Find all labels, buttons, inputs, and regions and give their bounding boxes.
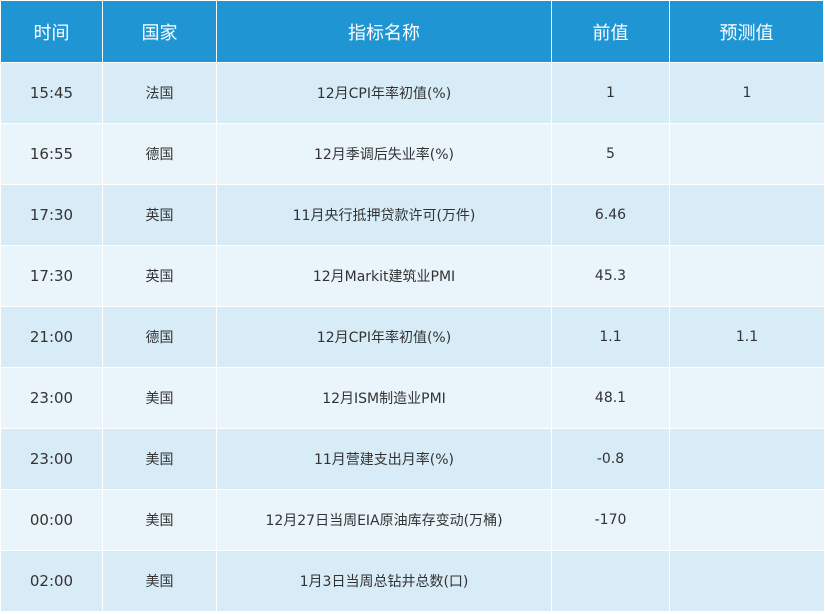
cell-indicator: 12月CPI年率初值(%) <box>217 63 552 123</box>
table-row: 17:30 英国 11月央行抵押贷款许可(万件) 6.46 <box>1 184 824 245</box>
cell-time: 16:55 <box>1 124 103 184</box>
cell-country: 德国 <box>103 124 217 184</box>
cell-forecast <box>670 246 824 306</box>
cell-country: 英国 <box>103 185 217 245</box>
cell-time: 21:00 <box>1 307 103 367</box>
cell-indicator: 12月Markit建筑业PMI <box>217 246 552 306</box>
cell-indicator: 11月营建支出月率(%) <box>217 429 552 489</box>
table-row: 23:00 美国 12月ISM制造业PMI 48.1 <box>1 367 824 428</box>
cell-time: 00:00 <box>1 490 103 550</box>
cell-country: 德国 <box>103 307 217 367</box>
cell-country: 美国 <box>103 429 217 489</box>
cell-previous: 48.1 <box>552 368 670 428</box>
cell-previous <box>552 551 670 611</box>
table-row: 23:00 美国 11月营建支出月率(%) -0.8 <box>1 428 824 489</box>
column-header-indicator: 指标名称 <box>217 1 552 62</box>
table-row: 02:00 美国 1月3日当周总钻井总数(口) <box>1 550 824 611</box>
cell-time: 15:45 <box>1 63 103 123</box>
cell-time: 02:00 <box>1 551 103 611</box>
cell-previous: -0.8 <box>552 429 670 489</box>
cell-forecast <box>670 551 824 611</box>
cell-forecast <box>670 368 824 428</box>
cell-time: 23:00 <box>1 368 103 428</box>
cell-forecast: 1.1 <box>735 329 759 345</box>
table-row: 00:00 美国 12月27日当周EIA原油库存变动(万桶) -170 <box>1 489 824 550</box>
cell-time: 17:30 <box>1 246 103 306</box>
column-header-time: 时间 <box>1 1 103 62</box>
column-header-country: 国家 <box>103 1 217 62</box>
cell-forecast <box>670 490 824 550</box>
cell-previous: 6.46 <box>552 185 670 245</box>
table-row: 21:00 德国 12月CPI年率初值(%) 1.1 1.1 <box>1 306 824 367</box>
cell-indicator: 12月CPI年率初值(%) <box>217 307 552 367</box>
cell-indicator: 11月央行抵押贷款许可(万件) <box>217 185 552 245</box>
cell-country: 美国 <box>103 368 217 428</box>
cell-forecast <box>670 429 824 489</box>
cell-indicator: 12月季调后失业率(%) <box>217 124 552 184</box>
table-row: 17:30 英国 12月Markit建筑业PMI 45.3 <box>1 245 824 306</box>
table-row: 16:55 德国 12月季调后失业率(%) 5 <box>1 123 824 184</box>
cell-time: 17:30 <box>1 185 103 245</box>
cell-indicator: 1月3日当周总钻井总数(口) <box>217 551 552 611</box>
cell-time: 23:00 <box>1 429 103 489</box>
cell-indicator: 12月ISM制造业PMI <box>217 368 552 428</box>
cell-previous: 45.3 <box>552 246 670 306</box>
table-header: 时间 国家 指标名称 前值 预测值 <box>1 1 824 62</box>
cell-country: 英国 <box>103 246 217 306</box>
cell-previous: 1.1 <box>552 307 670 367</box>
cell-previous: 5 <box>552 124 670 184</box>
cell-previous: -170 <box>552 490 670 550</box>
cell-forecast <box>670 124 824 184</box>
table-row: 15:45 法国 12月CPI年率初值(%) 1 1 <box>1 62 824 123</box>
cell-previous: 1 <box>552 63 670 123</box>
cell-country: 美国 <box>103 490 217 550</box>
cell-forecast: 1 <box>742 85 752 101</box>
cell-country: 法国 <box>103 63 217 123</box>
cell-forecast <box>670 185 824 245</box>
column-header-forecast: 预测值 <box>670 1 824 62</box>
economic-calendar-table: 时间 国家 指标名称 前值 预测值 15:45 法国 12月CPI年率初值(%)… <box>1 1 824 612</box>
column-header-previous: 前值 <box>552 1 670 62</box>
cell-indicator: 12月27日当周EIA原油库存变动(万桶) <box>217 490 552 550</box>
cell-country: 美国 <box>103 551 217 611</box>
